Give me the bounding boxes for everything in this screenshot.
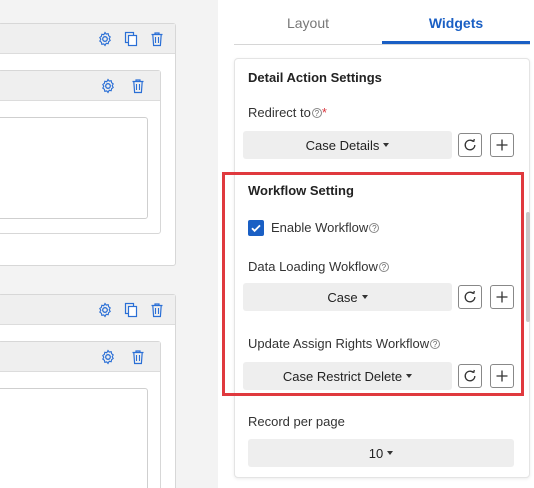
refresh-button[interactable]	[458, 133, 482, 157]
caret-down-icon	[406, 374, 413, 378]
plus-icon	[496, 291, 508, 303]
refresh-button[interactable]	[458, 285, 482, 309]
inner-content-area-1	[0, 117, 148, 219]
copy-icon[interactable]	[123, 31, 139, 47]
gear-icon[interactable]	[100, 77, 116, 94]
data-loading-select-value: Case	[327, 289, 358, 305]
data-loading-select[interactable]: Case	[243, 283, 452, 311]
refresh-icon	[464, 369, 476, 382]
copy-icon[interactable]	[123, 302, 139, 318]
refresh-button[interactable]	[458, 364, 482, 388]
gear-icon[interactable]	[97, 30, 113, 47]
refresh-icon	[464, 290, 476, 303]
help-icon[interactable]: ?	[369, 223, 380, 233]
enable-workflow-label: Enable Workflow?	[271, 220, 380, 235]
help-icon[interactable]: ?	[430, 339, 441, 349]
plus-icon	[496, 370, 508, 382]
record-per-page-select[interactable]: 10	[248, 439, 514, 467]
inner-toolbar-2	[0, 342, 160, 372]
widget-toolbar-2	[0, 295, 175, 325]
add-button[interactable]	[490, 133, 514, 157]
inner-widget-1[interactable]	[0, 70, 161, 234]
redirect-select[interactable]: Case Details	[243, 131, 452, 159]
detail-action-title: Detail Action Settings	[248, 70, 382, 85]
widget-toolbar-1	[0, 24, 175, 54]
inner-toolbar-1	[0, 71, 160, 101]
update-rights-label: Update Assign Rights Workflow?	[248, 336, 441, 351]
update-rights-select[interactable]: Case Restrict Delete	[243, 362, 452, 390]
caret-down-icon	[383, 143, 390, 147]
panel-gutter	[205, 0, 218, 488]
record-per-page-value: 10	[368, 445, 384, 461]
caret-down-icon	[361, 295, 368, 299]
data-loading-text: Data Loading Wokflow	[248, 259, 378, 274]
caret-down-icon	[387, 451, 394, 455]
plus-icon	[496, 139, 508, 151]
enable-workflow-text: Enable Workflow	[271, 220, 369, 235]
inner-content-area-2	[0, 388, 148, 488]
trash-icon[interactable]	[130, 349, 146, 365]
redirect-select-value: Case Details	[305, 137, 380, 153]
data-loading-label: Data Loading Wokflow?	[248, 259, 389, 274]
inner-widget-2[interactable]	[0, 341, 161, 488]
help-icon[interactable]: ?	[311, 108, 322, 118]
layout-canvas	[0, 0, 205, 488]
add-button[interactable]	[490, 285, 514, 309]
redirect-label-text: Redirect to	[248, 105, 311, 120]
settings-scrollbar[interactable]	[526, 212, 530, 322]
gear-icon[interactable]	[100, 348, 116, 365]
update-rights-text: Update Assign Rights Workflow	[248, 336, 430, 351]
help-icon[interactable]: ?	[378, 262, 389, 272]
trash-icon[interactable]	[130, 78, 146, 94]
record-per-page-label: Record per page	[248, 414, 345, 429]
trash-icon[interactable]	[149, 302, 165, 318]
update-rights-select-value: Case Restrict Delete	[282, 368, 403, 384]
refresh-icon	[464, 138, 476, 151]
redirect-label: Redirect to? *	[248, 105, 327, 120]
trash-icon[interactable]	[149, 31, 165, 47]
enable-workflow-checkbox[interactable]	[248, 220, 264, 236]
tab-widgets[interactable]: Widgets	[382, 0, 530, 44]
gear-icon[interactable]	[97, 301, 113, 318]
required-mark: *	[321, 105, 327, 120]
tab-layout[interactable]: Layout	[234, 0, 382, 44]
checkmark-icon	[251, 224, 261, 233]
panel-tabs: Layout Widgets	[234, 0, 530, 45]
workflow-title: Workflow Setting	[248, 183, 354, 198]
add-button[interactable]	[490, 364, 514, 388]
